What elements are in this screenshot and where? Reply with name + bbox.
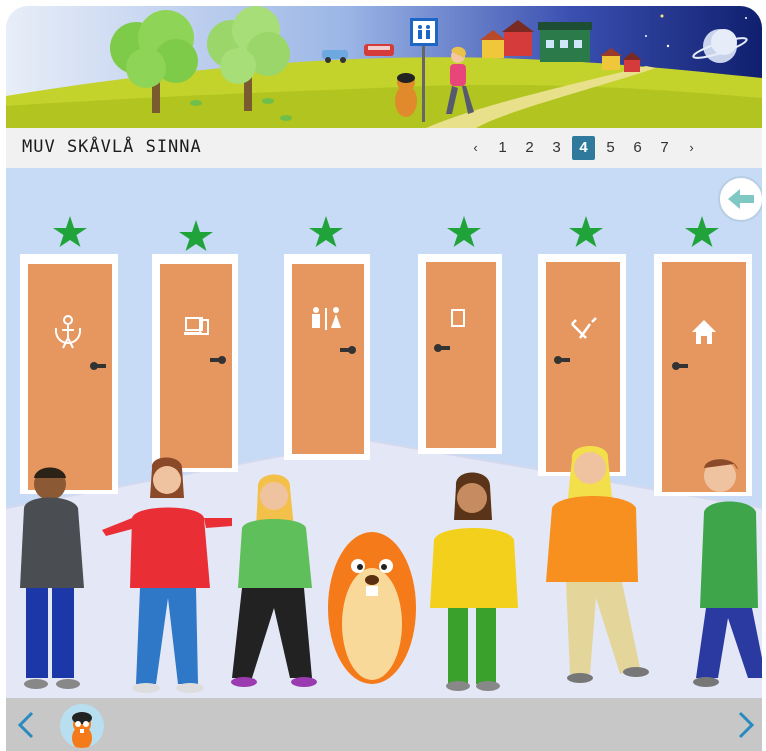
page-link-2[interactable]: 2 — [516, 136, 543, 160]
previous-page-button[interactable] — [14, 710, 40, 740]
door-toilet[interactable] — [284, 254, 370, 460]
page-link-3[interactable]: 3 — [543, 136, 570, 160]
chevron-left-icon — [17, 711, 34, 739]
door-house[interactable] — [654, 254, 752, 496]
pagination: ‹ 1 2 3 4 5 6 7 › — [462, 134, 705, 162]
page-link-4-current[interactable]: 4 — [572, 136, 595, 160]
door-computer[interactable] — [152, 254, 238, 472]
page-link-1[interactable]: 1 — [489, 136, 516, 160]
toilet-icon — [312, 307, 341, 330]
header-banner — [6, 6, 762, 128]
page-link-5[interactable]: 5 — [597, 136, 624, 160]
character-beaver-mascot — [328, 532, 416, 684]
mascot-avatar-button[interactable] — [60, 704, 104, 748]
arrow-left-icon — [728, 189, 754, 209]
title-bar: MUV SKÅVLÅ SINNA ‹ 1 2 3 4 5 6 7 › — [6, 128, 762, 168]
page-link-6[interactable]: 6 — [624, 136, 651, 160]
next-page-button[interactable] — [732, 710, 758, 740]
door-tools[interactable] — [538, 254, 626, 476]
app-window: MUV SKÅVLÅ SINNA ‹ 1 2 3 4 5 6 7 › — [0, 0, 766, 751]
page-title: MUV SKÅVLÅ SINNA — [22, 137, 202, 157]
door-jump-rope[interactable] — [20, 254, 118, 494]
chevron-right-icon — [738, 711, 755, 739]
pagination-next[interactable]: › — [678, 136, 705, 160]
hallway-scene — [6, 168, 762, 698]
beaver-icon — [72, 712, 92, 748]
door-notebook[interactable] — [418, 254, 502, 454]
page-link-7[interactable]: 7 — [651, 136, 678, 160]
back-button[interactable] — [718, 176, 762, 222]
pagination-prev[interactable]: ‹ — [462, 136, 489, 160]
bottom-nav-bar — [6, 698, 762, 751]
